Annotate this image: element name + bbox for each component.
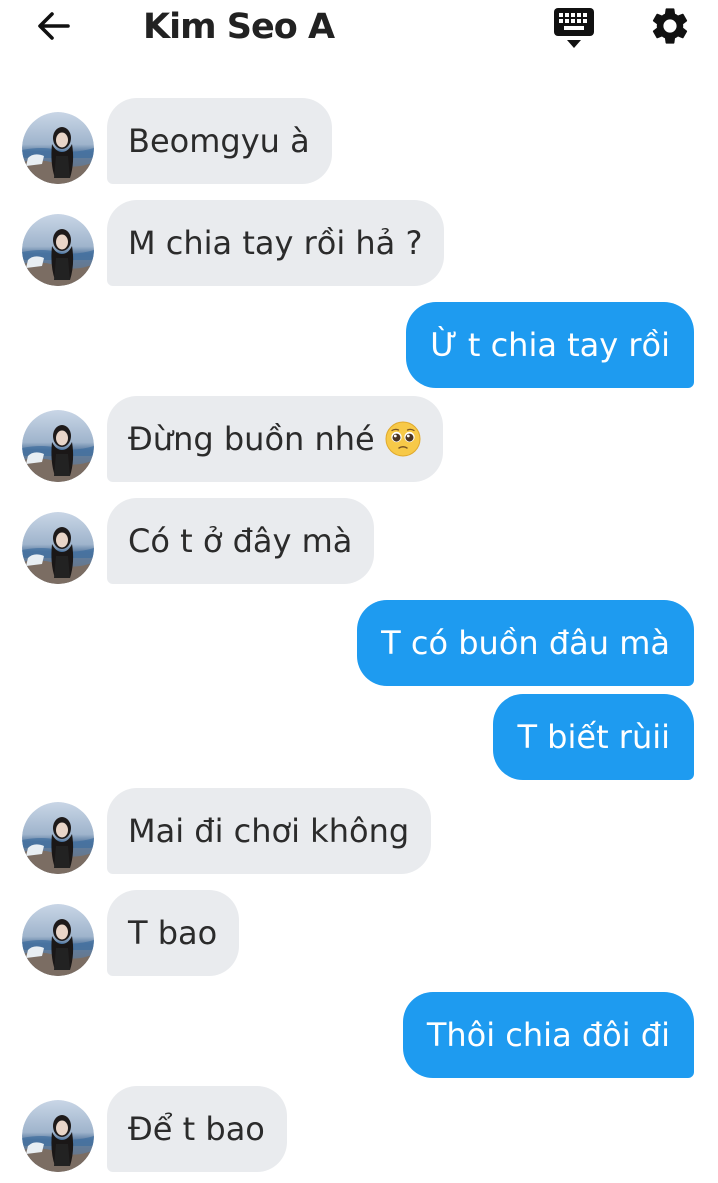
avatar[interactable] <box>22 112 94 184</box>
message-bubble-outgoing[interactable]: T có buồn đâu mà <box>357 600 694 686</box>
message-bubble-incoming[interactable]: Đừng buồn nhé <box>107 396 443 482</box>
message-bubble-incoming[interactable]: M chia tay rồi hả ? <box>107 200 445 286</box>
message-bubble-incoming[interactable]: T bao <box>107 890 240 976</box>
arrow-left-icon[interactable] <box>34 8 74 44</box>
chat-header: Kim Seo A <box>0 0 718 56</box>
page-title: Kim Seo A <box>143 7 335 47</box>
avatar[interactable] <box>22 802 94 874</box>
message-bubble-incoming[interactable]: Mai đi chơi không <box>107 788 432 874</box>
message-text: Thôi chia đôi đi <box>426 1016 670 1054</box>
avatar[interactable] <box>22 410 94 482</box>
avatar[interactable] <box>22 512 94 584</box>
message-text: Để t bao <box>128 1110 265 1148</box>
message-bubble-incoming[interactable]: Có t ở đây mà <box>107 498 375 584</box>
message-text: T bao <box>128 914 218 952</box>
gear-icon[interactable] <box>648 4 692 48</box>
avatar[interactable] <box>22 904 94 976</box>
message-text: T có buồn đâu mà <box>381 624 670 662</box>
message-text: Đừng buồn nhé <box>128 420 375 458</box>
pleading-face-icon <box>385 421 421 457</box>
message-text: Có t ở đây mà <box>128 522 353 560</box>
message-bubble-outgoing[interactable]: Thôi chia đôi đi <box>402 992 694 1078</box>
keyboard-icon[interactable] <box>551 6 597 50</box>
message-bubble-incoming[interactable]: Beomgyu à <box>107 98 332 184</box>
avatar[interactable] <box>22 1100 94 1172</box>
message-text: Mai đi chơi không <box>128 812 410 850</box>
message-text: Ừ t chia tay rồi <box>430 326 670 364</box>
message-bubble-incoming[interactable]: Để t bao <box>107 1086 287 1172</box>
message-text: T biết rùii <box>517 718 670 756</box>
message-bubble-outgoing[interactable]: T biết rùii <box>493 694 694 780</box>
message-text: Beomgyu à <box>128 122 310 160</box>
message-bubble-outgoing[interactable]: Ừ t chia tay rồi <box>406 302 694 388</box>
message-text: M chia tay rồi hả ? <box>128 224 423 262</box>
avatar[interactable] <box>22 214 94 286</box>
